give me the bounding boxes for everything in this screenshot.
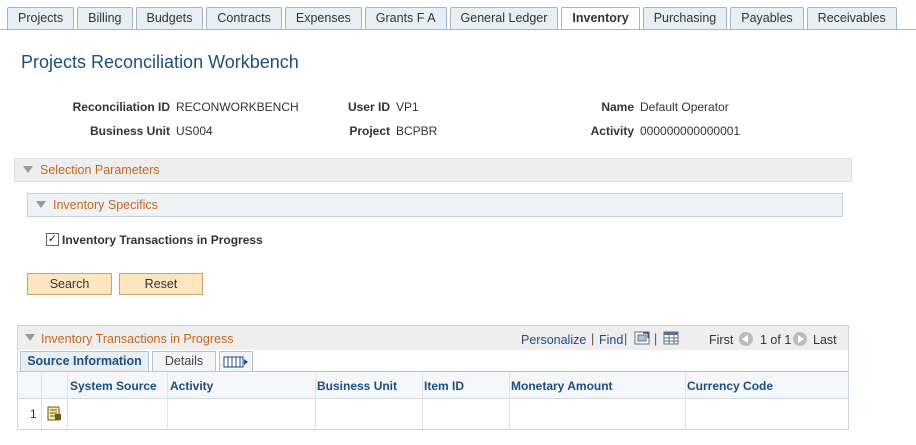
row-detail-icon[interactable] bbox=[47, 406, 62, 421]
tab-source-information[interactable]: Source Information bbox=[20, 351, 149, 372]
row-number: 1 bbox=[30, 407, 37, 421]
column-divider bbox=[167, 373, 168, 429]
tab-budgets[interactable]: Budgets bbox=[135, 7, 204, 29]
name-field: Name Default Operator bbox=[560, 100, 729, 114]
tab-purchasing[interactable]: Purchasing bbox=[642, 7, 728, 29]
user-id-label: User ID bbox=[347, 100, 390, 114]
collapse-triangle-icon[interactable] bbox=[25, 334, 35, 341]
business-unit-field: Business Unit US004 bbox=[40, 124, 213, 138]
inventory-transactions-checkbox[interactable]: ✓ bbox=[46, 233, 59, 246]
column-divider bbox=[509, 373, 510, 429]
business-unit-value: US004 bbox=[176, 124, 213, 138]
activity-field: Activity 000000000000001 bbox=[560, 124, 740, 138]
project-label: Project bbox=[349, 124, 390, 138]
column-divider bbox=[67, 373, 68, 429]
row-range: 1 of 1 bbox=[760, 333, 792, 347]
inventory-specifics-label[interactable]: Inventory Specifics bbox=[53, 198, 158, 212]
search-button[interactable]: Search bbox=[27, 273, 112, 295]
tab-receivables[interactable]: Receivables bbox=[806, 7, 897, 29]
selection-parameters-label[interactable]: Selection Parameters bbox=[40, 163, 160, 177]
tab-billing[interactable]: Billing bbox=[77, 7, 133, 29]
col-monetary-amount[interactable]: Monetary Amount bbox=[511, 379, 613, 393]
column-divider bbox=[422, 373, 423, 429]
project-value: BCPBR bbox=[396, 124, 438, 138]
reconciliation-id-field: Reconciliation ID RECONWORKBENCH bbox=[40, 100, 299, 114]
tab-contracts[interactable]: Contracts bbox=[206, 7, 282, 29]
user-id-value: VP1 bbox=[396, 100, 419, 114]
tab-general-ledger[interactable]: General Ledger bbox=[449, 7, 559, 29]
grid-title[interactable]: Inventory Transactions in Progress bbox=[41, 332, 233, 346]
page-title: Projects Reconciliation Workbench bbox=[21, 52, 299, 72]
view-all-icon[interactable] bbox=[634, 331, 650, 348]
collapse-triangle-icon[interactable] bbox=[23, 166, 33, 173]
selection-parameters-header[interactable]: Selection Parameters bbox=[14, 158, 852, 182]
tab-payables[interactable]: Payables bbox=[730, 7, 804, 29]
project-field: Project BCPBR bbox=[330, 124, 437, 138]
user-id-field: User ID VP1 bbox=[330, 100, 419, 114]
tab-divider bbox=[0, 29, 916, 30]
col-item-id[interactable]: Item ID bbox=[424, 379, 464, 393]
separator: | bbox=[624, 332, 628, 346]
download-grid-icon[interactable] bbox=[663, 331, 679, 348]
last-label[interactable]: Last bbox=[813, 333, 837, 347]
activity-label: Activity bbox=[590, 124, 634, 138]
grid-header: Inventory Transactions in Progress Perso… bbox=[18, 326, 848, 350]
inventory-transactions-grid: Inventory Transactions in Progress Perso… bbox=[17, 325, 849, 430]
col-currency-code[interactable]: Currency Code bbox=[687, 379, 773, 393]
tab-projects[interactable]: Projects bbox=[7, 7, 75, 29]
tab-grants-fa[interactable]: Grants F A bbox=[364, 7, 447, 29]
column-divider bbox=[315, 373, 316, 429]
inventory-specifics-header[interactable]: Inventory Specifics bbox=[27, 193, 843, 217]
tab-expenses[interactable]: Expenses bbox=[284, 7, 362, 29]
reset-button[interactable]: Reset bbox=[119, 273, 203, 295]
grid-column-header-row: System Source Activity Business Unit Ite… bbox=[18, 373, 848, 399]
activity-value: 000000000000001 bbox=[640, 124, 741, 138]
next-arrow-icon[interactable] bbox=[793, 332, 807, 346]
find-link[interactable]: Find bbox=[599, 333, 623, 347]
tab-details[interactable]: Details bbox=[152, 351, 216, 372]
name-label: Name bbox=[601, 100, 634, 114]
previous-arrow-icon[interactable] bbox=[739, 332, 753, 346]
business-unit-label: Business Unit bbox=[89, 124, 170, 138]
module-tab-strip: Projects Billing Budgets Contracts Expen… bbox=[7, 7, 900, 30]
col-activity[interactable]: Activity bbox=[170, 379, 213, 393]
separator: | bbox=[591, 332, 595, 346]
column-divider bbox=[41, 373, 42, 429]
grid-tab-divider bbox=[18, 371, 848, 372]
inventory-transactions-checkbox-label[interactable]: Inventory Transactions in Progress bbox=[62, 233, 263, 247]
col-system-source[interactable]: System Source bbox=[70, 379, 157, 393]
show-all-columns-tab[interactable] bbox=[219, 351, 253, 372]
reconciliation-id-label: Reconciliation ID bbox=[72, 100, 170, 114]
reconciliation-id-value: RECONWORKBENCH bbox=[176, 100, 299, 114]
col-business-unit[interactable]: Business Unit bbox=[317, 379, 397, 393]
separator: | bbox=[654, 332, 658, 346]
first-label[interactable]: First bbox=[709, 333, 733, 347]
personalize-link[interactable]: Personalize bbox=[521, 333, 586, 347]
collapse-triangle-icon[interactable] bbox=[36, 201, 46, 208]
tab-inventory[interactable]: Inventory bbox=[561, 7, 640, 30]
name-value: Default Operator bbox=[640, 100, 729, 114]
column-divider bbox=[685, 373, 686, 429]
